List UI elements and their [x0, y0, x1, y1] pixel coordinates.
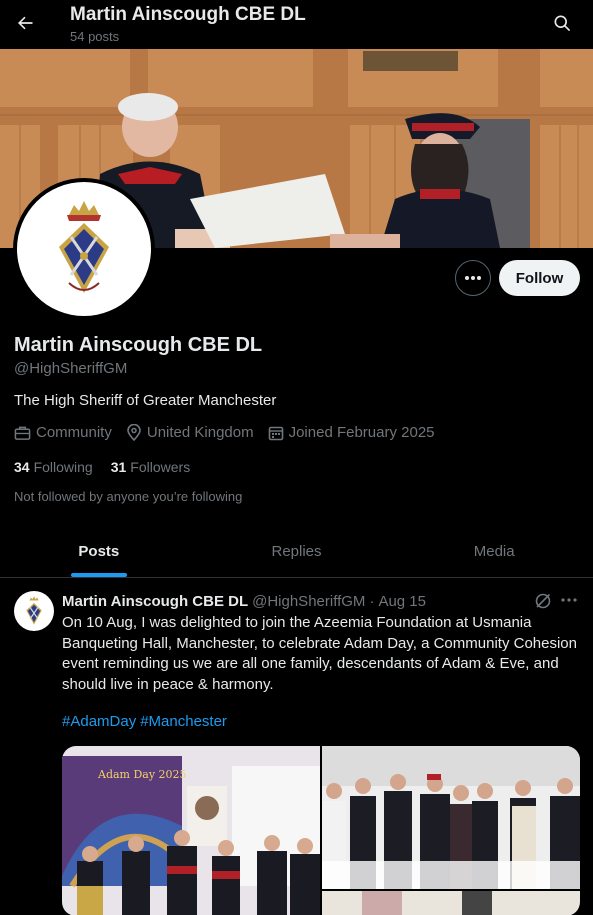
profile-tabs: Posts Replies Media [0, 525, 593, 578]
post-text: On 10 Aug, I was delighted to join the A… [62, 614, 577, 693]
following-count: 34 [14, 459, 30, 475]
tab-replies-label: Replies [271, 542, 322, 560]
post-header: Martin Ainscough CBE DL @HighSheriffGM ·… [62, 593, 426, 610]
post-count: 54 posts [70, 29, 120, 44]
event-photo-1: Adam Day 2025 [62, 746, 320, 915]
profile-avatar[interactable] [13, 178, 155, 320]
page-title: Martin Ainscough CBE DL [70, 4, 306, 25]
post-image-2[interactable] [322, 746, 580, 889]
tab-posts-label: Posts [78, 542, 120, 560]
followers-link[interactable]: 31 Followers [111, 459, 190, 475]
tab-media[interactable]: Media [395, 525, 593, 577]
calendar-icon [268, 426, 283, 440]
tab-media-label: Media [473, 542, 515, 560]
followers-count: 31 [110, 459, 127, 475]
post-author-name[interactable]: Martin Ainscough CBE DL [62, 593, 248, 610]
tab-replies[interactable]: Replies [198, 525, 396, 577]
meta-location: United Kingdom [126, 424, 254, 441]
post-date[interactable]: Aug 15 [378, 593, 426, 610]
arrow-left-icon [18, 16, 33, 30]
meta-category-label: Community [36, 424, 112, 441]
search-icon [554, 15, 570, 31]
crest-emblem-icon [59, 201, 109, 293]
search-button[interactable] [548, 9, 576, 37]
back-button[interactable] [10, 8, 40, 38]
not-followed-notice: Not followed by anyone you’re following [14, 489, 243, 504]
profile-display-name: Martin Ainscough CBE DL [14, 334, 263, 356]
profile-handle: @HighSheriffGM [14, 360, 128, 377]
post-author-handle[interactable]: @HighSheriffGM [252, 593, 365, 610]
profile-bio: The High Sheriff of Greater Manchester [14, 392, 277, 409]
post-media-right [322, 746, 580, 915]
following-link[interactable]: 34 Following [14, 459, 93, 475]
more-options-button[interactable] [455, 260, 491, 296]
post-image-3[interactable] [322, 891, 580, 915]
follow-button[interactable]: Follow [499, 260, 580, 296]
event-photo-3 [322, 891, 580, 915]
post-image-1[interactable]: Adam Day 2025 [62, 746, 320, 915]
post-more-button[interactable] [560, 591, 578, 614]
location-pin-icon [127, 424, 141, 441]
top-bar: Martin Ainscough CBE DL 54 posts [0, 0, 593, 48]
briefcase-icon [14, 426, 31, 440]
avatar [17, 182, 151, 316]
meta-joined: Joined February 2025 [268, 424, 435, 441]
post-media-grid: Adam Day 2025 [62, 746, 580, 915]
more-horizontal-icon [561, 598, 577, 602]
active-tab-indicator [70, 573, 127, 577]
post-hashtags: #AdamDay #Manchester [62, 713, 231, 730]
meta-category[interactable]: Community [14, 424, 112, 441]
hashtag-link[interactable]: #Manchester [140, 713, 227, 730]
more-horizontal-icon [465, 276, 481, 280]
followers-label: Followers [130, 459, 191, 475]
follow-stats: 34 Following 31 Followers [14, 459, 208, 475]
event-photo-2 [322, 746, 580, 889]
post-separator: · [369, 593, 375, 610]
meta-location-label: United Kingdom [146, 424, 254, 441]
meta-joined-label: Joined February 2025 [288, 424, 435, 441]
crest-emblem-icon [26, 596, 42, 625]
media-banner-text: Adam Day 2025 [97, 768, 187, 781]
following-label: Following [33, 459, 93, 475]
grok-button[interactable] [534, 592, 552, 615]
post-author-avatar[interactable] [14, 591, 54, 631]
post-item[interactable]: Martin Ainscough CBE DL @HighSheriffGM ·… [0, 579, 593, 915]
grok-icon [535, 593, 551, 609]
profile-meta: Community United Kingdom Joined February… [14, 424, 449, 441]
tab-posts[interactable]: Posts [0, 525, 198, 577]
hashtag-link[interactable]: #AdamDay [62, 713, 136, 730]
